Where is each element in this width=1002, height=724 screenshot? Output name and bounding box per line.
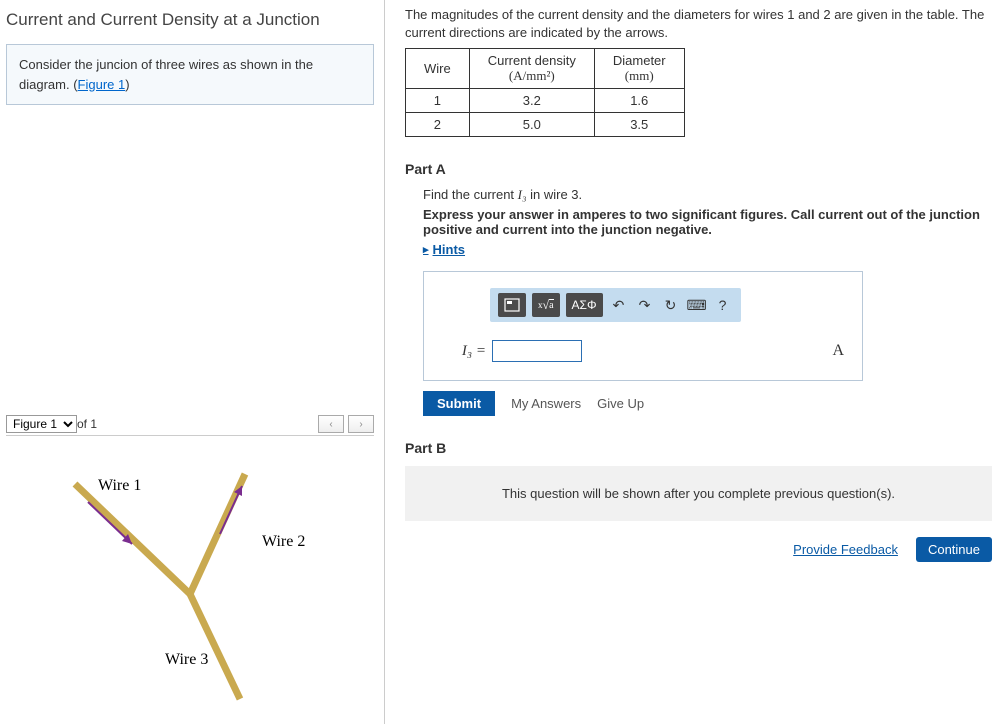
part-b-locked-message: This question will be shown after you co… [405,466,992,521]
equation-toolbar: x√a ΑΣΦ ↶ ↷ ↻ ⌨ ? [490,288,741,322]
th-wire: Wire [406,49,470,89]
th-diameter: Diameter (mm) [594,49,684,89]
part-a-header: Part A [405,161,992,177]
hints-toggle[interactable]: Hints [423,242,465,257]
part-b-header: Part B [405,440,992,456]
wire1-label: Wire 1 [98,477,141,494]
data-table: Wire Current density (A/mm²) Diameter (m… [405,48,685,137]
give-up-link[interactable]: Give Up [597,396,644,411]
th-density: Current density (A/mm²) [469,49,594,89]
figure-next-button[interactable]: › [348,415,374,433]
radical-fraction-icon[interactable]: x√a [532,293,560,317]
figure-selector[interactable]: Figure 1 [6,415,77,433]
provide-feedback-link[interactable]: Provide Feedback [793,542,898,557]
intro-text: The magnitudes of the current density an… [405,6,992,42]
junction-diagram: Wire 1 Wire 2 Wire 3 [6,444,374,704]
help-icon[interactable]: ? [713,295,733,315]
answer-box: x√a ΑΣΦ ↶ ↷ ↻ ⌨ ? I₃ = A [423,271,863,381]
problem-statement: Consider the juncion of three wires as s… [6,44,374,105]
keyboard-icon[interactable]: ⌨ [687,295,707,315]
reset-icon[interactable]: ↻ [661,295,681,315]
figure-prev-button[interactable]: ‹ [318,415,344,433]
figure-link[interactable]: Figure 1 [78,77,126,92]
part-a-instruction: Express your answer in amperes to two si… [423,207,992,237]
wire3-label: Wire 3 [165,651,208,668]
template-icon[interactable] [498,293,526,317]
figure-count: of 1 [77,417,97,431]
table-row: 2 5.0 3.5 [406,113,685,137]
page-title: Current and Current Density at a Junctio… [6,10,374,30]
greek-letters-button[interactable]: ΑΣΦ [566,293,603,317]
undo-icon[interactable]: ↶ [609,295,629,315]
unit-label: A [832,342,844,360]
redo-icon[interactable]: ↷ [635,295,655,315]
part-a-prompt: Find the current I₃ in wire 3. [423,187,992,203]
wire2-label: Wire 2 [262,533,305,550]
answer-input[interactable] [492,340,582,362]
problem-text: Consider the juncion of three wires as s… [19,57,313,92]
my-answers-link[interactable]: My Answers [511,396,581,411]
table-row: 1 3.2 1.6 [406,89,685,113]
variable-label: I₃ = [442,343,486,360]
continue-button[interactable]: Continue [916,537,992,562]
submit-button[interactable]: Submit [423,391,495,416]
problem-text-suffix: ) [125,77,129,92]
